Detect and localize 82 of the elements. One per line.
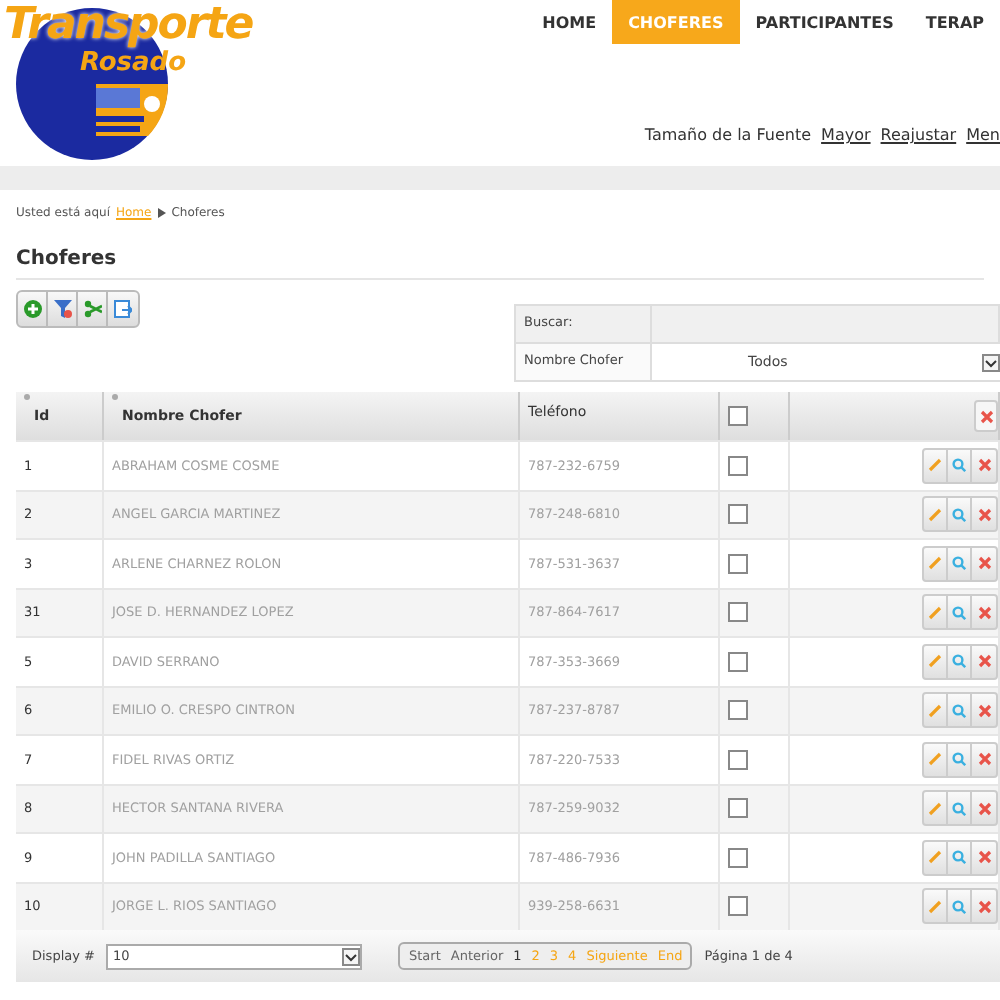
magnifier-icon (952, 899, 966, 914)
edit-button[interactable] (924, 596, 948, 629)
magnifier-icon (952, 605, 966, 620)
breadcrumb-arrow-icon (157, 208, 166, 218)
close-icon (977, 850, 991, 865)
magnifier-icon (952, 752, 966, 767)
close-icon (977, 556, 991, 571)
row-checkbox[interactable] (728, 896, 748, 917)
scissors-icon (83, 300, 101, 318)
pencil-icon (928, 801, 942, 816)
page-title: Choferes (16, 248, 984, 280)
view-button[interactable] (948, 792, 972, 825)
view-button[interactable] (948, 498, 972, 531)
close-icon (979, 409, 993, 423)
edit-button[interactable] (924, 792, 948, 825)
magnifier-icon (952, 507, 966, 522)
row-checkbox[interactable] (728, 798, 748, 819)
pencil-icon (928, 458, 942, 473)
font-size-link[interactable]: Reajustar (880, 126, 957, 144)
edit-button[interactable] (924, 645, 948, 678)
view-button[interactable] (948, 890, 972, 923)
font-size-link[interactable]: Men (966, 126, 1000, 144)
edit-button[interactable] (924, 498, 948, 531)
view-button[interactable] (948, 547, 972, 580)
row-checkbox[interactable] (728, 455, 748, 476)
document-icon (114, 300, 132, 318)
nav-tab[interactable]: HOME (526, 0, 613, 44)
edit-button[interactable] (924, 890, 948, 923)
edit-button[interactable] (924, 841, 948, 874)
row-checkbox[interactable] (728, 553, 748, 574)
pencil-icon (928, 556, 942, 571)
pencil-icon (928, 752, 942, 767)
row-checkbox[interactable] (728, 847, 748, 868)
magnifier-icon (952, 654, 966, 669)
close-icon (977, 752, 991, 767)
pencil-icon (928, 605, 942, 620)
filter-icon (53, 300, 71, 318)
magnifier-icon (952, 556, 966, 571)
select-all-checkbox[interactable] (728, 406, 748, 426)
pencil-icon (928, 654, 942, 669)
close-icon (977, 801, 991, 816)
delete-button[interactable] (974, 400, 998, 432)
view-button[interactable] (948, 645, 972, 678)
font-size-label: Tamaño de la Fuente (644, 126, 812, 144)
edit-button[interactable] (924, 743, 948, 776)
magnifier-icon (952, 850, 966, 865)
magnifier-icon (952, 703, 966, 718)
close-icon (977, 703, 991, 718)
edit-button[interactable] (924, 449, 948, 482)
close-icon (977, 605, 991, 620)
close-icon (977, 899, 991, 914)
nav-tab[interactable]: TERAP (909, 0, 1000, 44)
edit-button[interactable] (924, 694, 948, 727)
view-button[interactable] (948, 596, 972, 629)
pencil-icon (928, 850, 942, 865)
dropdown-arrow-icon (982, 353, 1000, 371)
font-size-link[interactable]: Mayor (821, 126, 871, 144)
view-button[interactable] (948, 743, 972, 776)
dropdown-arrow-icon (342, 947, 361, 965)
sort-icon[interactable] (24, 394, 30, 400)
edit-button[interactable] (924, 547, 948, 580)
close-icon (977, 458, 991, 473)
row-checkbox[interactable] (728, 504, 748, 525)
row-checkbox[interactable] (728, 749, 748, 770)
magnifier-icon (952, 801, 966, 816)
close-icon (977, 507, 991, 522)
filter-button[interactable] (48, 292, 78, 326)
nav-tab[interactable]: PARTICIPANTES (739, 0, 910, 44)
row-checkbox[interactable] (728, 700, 748, 721)
view-button[interactable] (948, 694, 972, 727)
plus-icon (23, 300, 41, 318)
pencil-icon (928, 507, 942, 522)
view-button[interactable] (948, 449, 972, 482)
add-button[interactable] (18, 292, 48, 326)
row-checkbox[interactable] (728, 651, 748, 672)
pencil-icon (928, 899, 942, 914)
magnifier-icon (952, 458, 966, 473)
view-button[interactable] (948, 841, 972, 874)
sort-icon[interactable] (112, 394, 118, 400)
pencil-icon (928, 703, 942, 718)
close-icon (977, 654, 991, 669)
row-checkbox[interactable] (728, 602, 748, 623)
